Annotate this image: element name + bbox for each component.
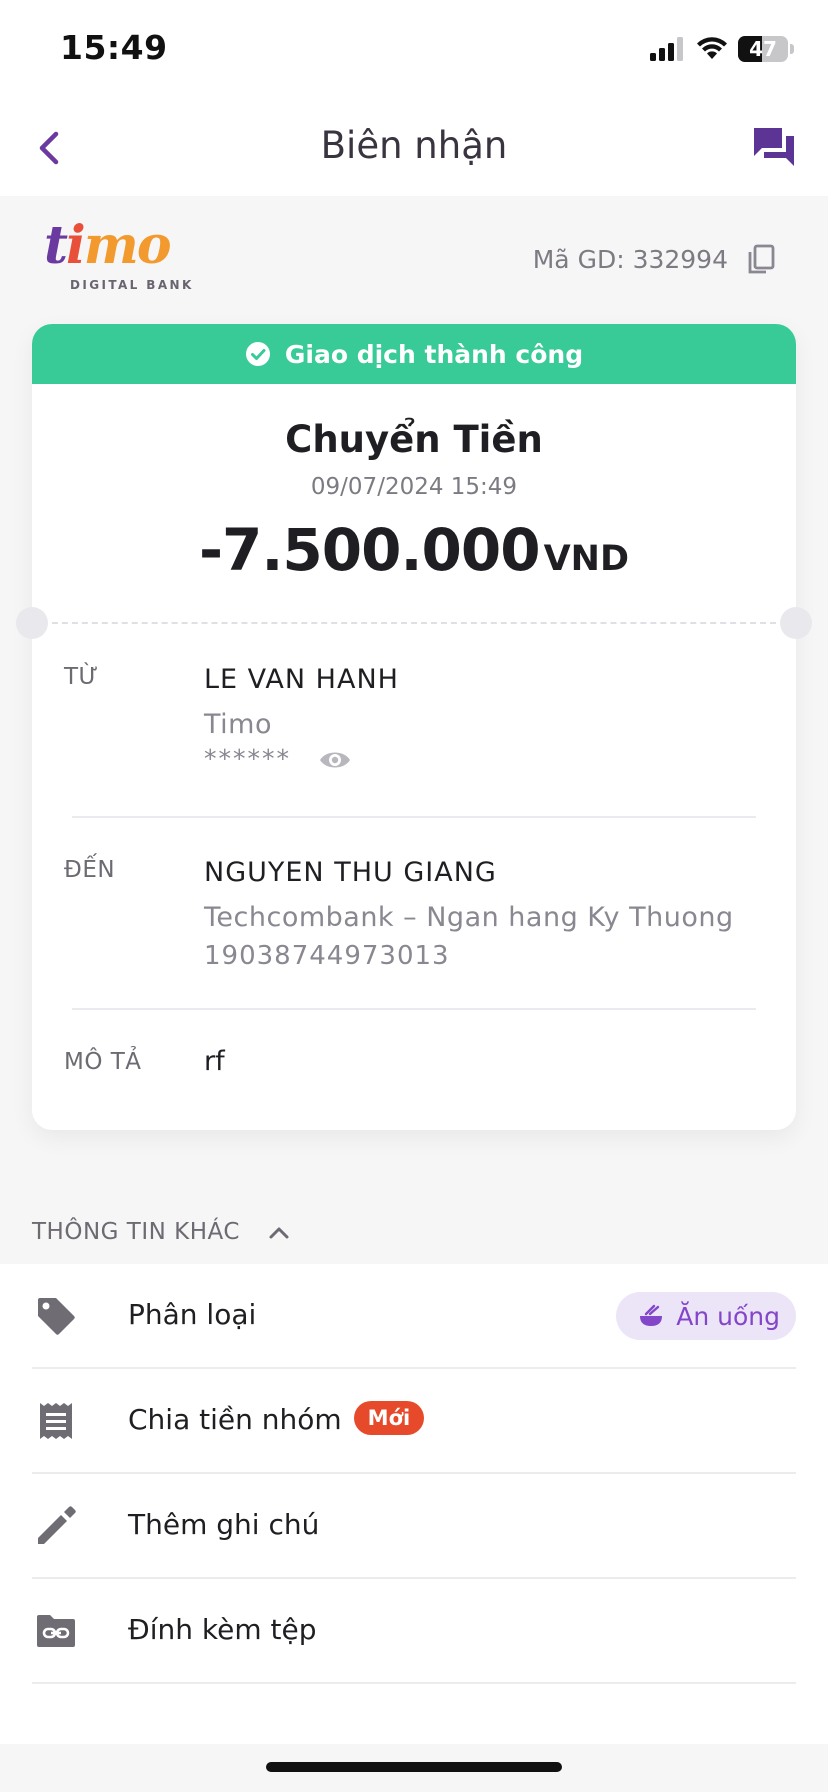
category-tag[interactable]: Ăn uống bbox=[616, 1292, 796, 1340]
list-item-label: Phân loại bbox=[128, 1298, 257, 1331]
divider bbox=[72, 1008, 756, 1010]
list-item-add-note[interactable]: Thêm ghi chú bbox=[32, 1474, 796, 1579]
cellular-signal-icon bbox=[650, 37, 683, 61]
folder-link-icon bbox=[34, 1609, 78, 1653]
chevron-up-icon bbox=[269, 1227, 289, 1239]
other-info-list: Phân loại Ăn uống Chia tiền nhóm Mới Thê… bbox=[0, 1264, 828, 1744]
notch-left bbox=[16, 607, 48, 639]
divider bbox=[72, 816, 756, 818]
page-title: Biên nhận bbox=[320, 124, 508, 167]
pencil-icon bbox=[34, 1504, 78, 1548]
status-banner: Giao dịch thành công bbox=[32, 324, 796, 384]
list-item-label: Đính kèm tệp bbox=[128, 1613, 317, 1646]
food-bowl-icon bbox=[640, 1304, 663, 1326]
to-account: 19038744973013 bbox=[204, 941, 450, 971]
status-icons: 47 bbox=[650, 34, 794, 64]
other-info-toggle[interactable]: THÔNG TIN KHÁC bbox=[32, 1219, 290, 1245]
from-bank: Timo bbox=[204, 709, 272, 740]
nav-bar: Biên nhận bbox=[0, 100, 828, 196]
status-time: 15:49 bbox=[60, 28, 168, 67]
logo-letter-t: t bbox=[44, 215, 68, 276]
tag-icon bbox=[34, 1294, 78, 1338]
from-name: LE VAN HANH bbox=[204, 664, 399, 695]
home-indicator[interactable] bbox=[266, 1762, 562, 1772]
to-bank: Techcombank – Ngan hang Ky Thuong bbox=[204, 902, 734, 933]
new-badge: Mới bbox=[353, 1401, 425, 1435]
description-label: MÔ TẢ bbox=[64, 1049, 142, 1075]
chat-button[interactable] bbox=[750, 122, 798, 170]
battery-tip bbox=[790, 44, 794, 54]
list-item-category[interactable]: Phân loại Ăn uống bbox=[32, 1264, 796, 1369]
transaction-datetime: 09/07/2024 15:49 bbox=[310, 474, 518, 500]
eye-icon bbox=[320, 752, 350, 768]
receipt-icon bbox=[34, 1399, 78, 1443]
transaction-amount: -7.500.000 VND bbox=[32, 516, 796, 584]
list-item-label: Chia tiền nhóm Mới bbox=[128, 1401, 425, 1438]
show-account-button[interactable] bbox=[318, 747, 352, 773]
list-item-split-bill[interactable]: Chia tiền nhóm Mới bbox=[32, 1369, 796, 1474]
transaction-id: Mã GD: 332994 bbox=[532, 245, 728, 274]
to-label: ĐẾN bbox=[64, 857, 116, 883]
logo-wordmark: timo bbox=[44, 220, 204, 272]
notch-right bbox=[780, 607, 812, 639]
list-item-attach-file[interactable]: Đính kèm tệp bbox=[32, 1579, 796, 1684]
timo-logo: timo DIGITAL BANK bbox=[44, 220, 204, 296]
list-item-label: Thêm ghi chú bbox=[128, 1508, 320, 1541]
chat-icon bbox=[754, 128, 794, 166]
split-bill-label: Chia tiền nhóm bbox=[128, 1403, 342, 1436]
copy-icon bbox=[748, 244, 775, 274]
wifi-icon bbox=[697, 37, 727, 59]
receipt-card: Giao dịch thành công Chuyển Tiền 09/07/2… bbox=[16, 324, 812, 1130]
transaction-type: Chuyển Tiền bbox=[285, 418, 543, 461]
logo-letters-mo: mo bbox=[83, 215, 172, 276]
to-name: NGUYEN THU GIANG bbox=[204, 857, 497, 888]
check-circle-icon bbox=[245, 342, 270, 366]
amount-value: -7.500.000 bbox=[198, 516, 541, 584]
other-info-header: THÔNG TIN KHÁC bbox=[32, 1219, 240, 1245]
status-bar: 15:49 47 bbox=[0, 0, 828, 100]
copy-button[interactable] bbox=[744, 242, 778, 276]
perforation-line bbox=[32, 622, 796, 624]
category-tag-label: Ăn uống bbox=[676, 1301, 780, 1331]
status-text: Giao dịch thành công bbox=[284, 339, 584, 369]
battery-icon: 47 bbox=[738, 36, 788, 62]
from-label: TỪ bbox=[64, 664, 99, 690]
from-account-masked: ****** bbox=[204, 744, 291, 773]
description-value: rf bbox=[204, 1046, 225, 1077]
amount-currency: VND bbox=[543, 539, 630, 579]
logo-letter-i: i bbox=[66, 215, 86, 276]
battery-level: 47 bbox=[749, 37, 777, 61]
logo-subtitle: DIGITAL BANK bbox=[70, 278, 194, 292]
